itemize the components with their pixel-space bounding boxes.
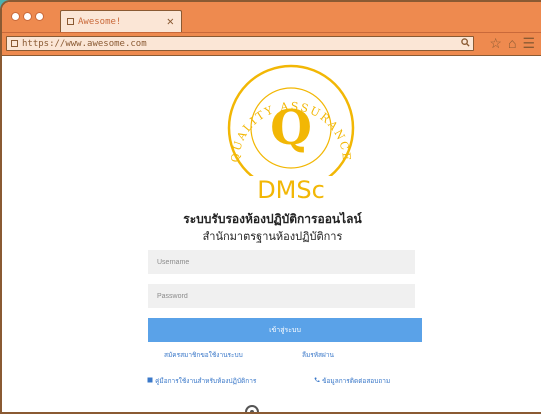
- page-subtitle: สำนักมาตรฐานห้องปฏิบัติการ: [202, 230, 343, 243]
- bookmark-star-icon[interactable]: ☆: [489, 35, 502, 51]
- manual-link-label: คู่มือการใช้งานสำหรับห้องปฏิบัติการ: [155, 377, 257, 385]
- menu-icon[interactable]: ☰: [522, 35, 535, 51]
- username-input[interactable]: [148, 250, 415, 274]
- manual-link[interactable]: คู่มือการใช้งานสำหรับห้องปฏิบัติการ: [147, 376, 256, 386]
- loading-spinner-icon: [245, 405, 259, 412]
- register-link[interactable]: สมัครสมาชิกขอใช้งานระบบ: [164, 350, 243, 360]
- title-bar: Awesome! ✕: [2, 2, 541, 33]
- page-content: QUALITY ASSURANCE Q DMSc ระบบรับรองห้องป…: [2, 56, 541, 412]
- dmsc-logo: QUALITY ASSURANCE Q DMSc: [227, 64, 355, 204]
- tab-title: Awesome!: [78, 16, 122, 27]
- login-button[interactable]: เข้าสู่ระบบ: [148, 318, 422, 342]
- window-maximize-dot[interactable]: [35, 12, 44, 21]
- browser-window: Awesome! ✕ https://www.awesome.com ☆ ⌂ ☰…: [0, 0, 541, 414]
- book-icon: [147, 377, 155, 385]
- page-icon: [11, 40, 18, 47]
- password-input[interactable]: [148, 284, 415, 308]
- search-icon[interactable]: [461, 38, 470, 50]
- browser-tab[interactable]: Awesome! ✕: [60, 10, 182, 32]
- forgot-password-link[interactable]: ลืมรหัสผ่าน: [302, 350, 334, 360]
- phone-icon: [314, 377, 322, 385]
- close-tab-icon[interactable]: ✕: [167, 14, 174, 28]
- window-close-dot[interactable]: [11, 12, 20, 21]
- logo-brand: DMSc: [257, 176, 325, 204]
- url-field[interactable]: https://www.awesome.com: [6, 36, 474, 51]
- contact-link-label: ข้อมูลการติดต่อสอบถาม: [322, 377, 391, 385]
- address-bar: https://www.awesome.com ☆ ⌂ ☰: [2, 33, 541, 56]
- window-minimize-dot[interactable]: [23, 12, 32, 21]
- contact-link[interactable]: ข้อมูลการติดต่อสอบถาม: [314, 376, 390, 386]
- home-icon[interactable]: ⌂: [508, 35, 516, 51]
- page-icon: [67, 18, 74, 25]
- logo-letter: Q: [270, 100, 312, 156]
- url-text: https://www.awesome.com: [22, 38, 147, 49]
